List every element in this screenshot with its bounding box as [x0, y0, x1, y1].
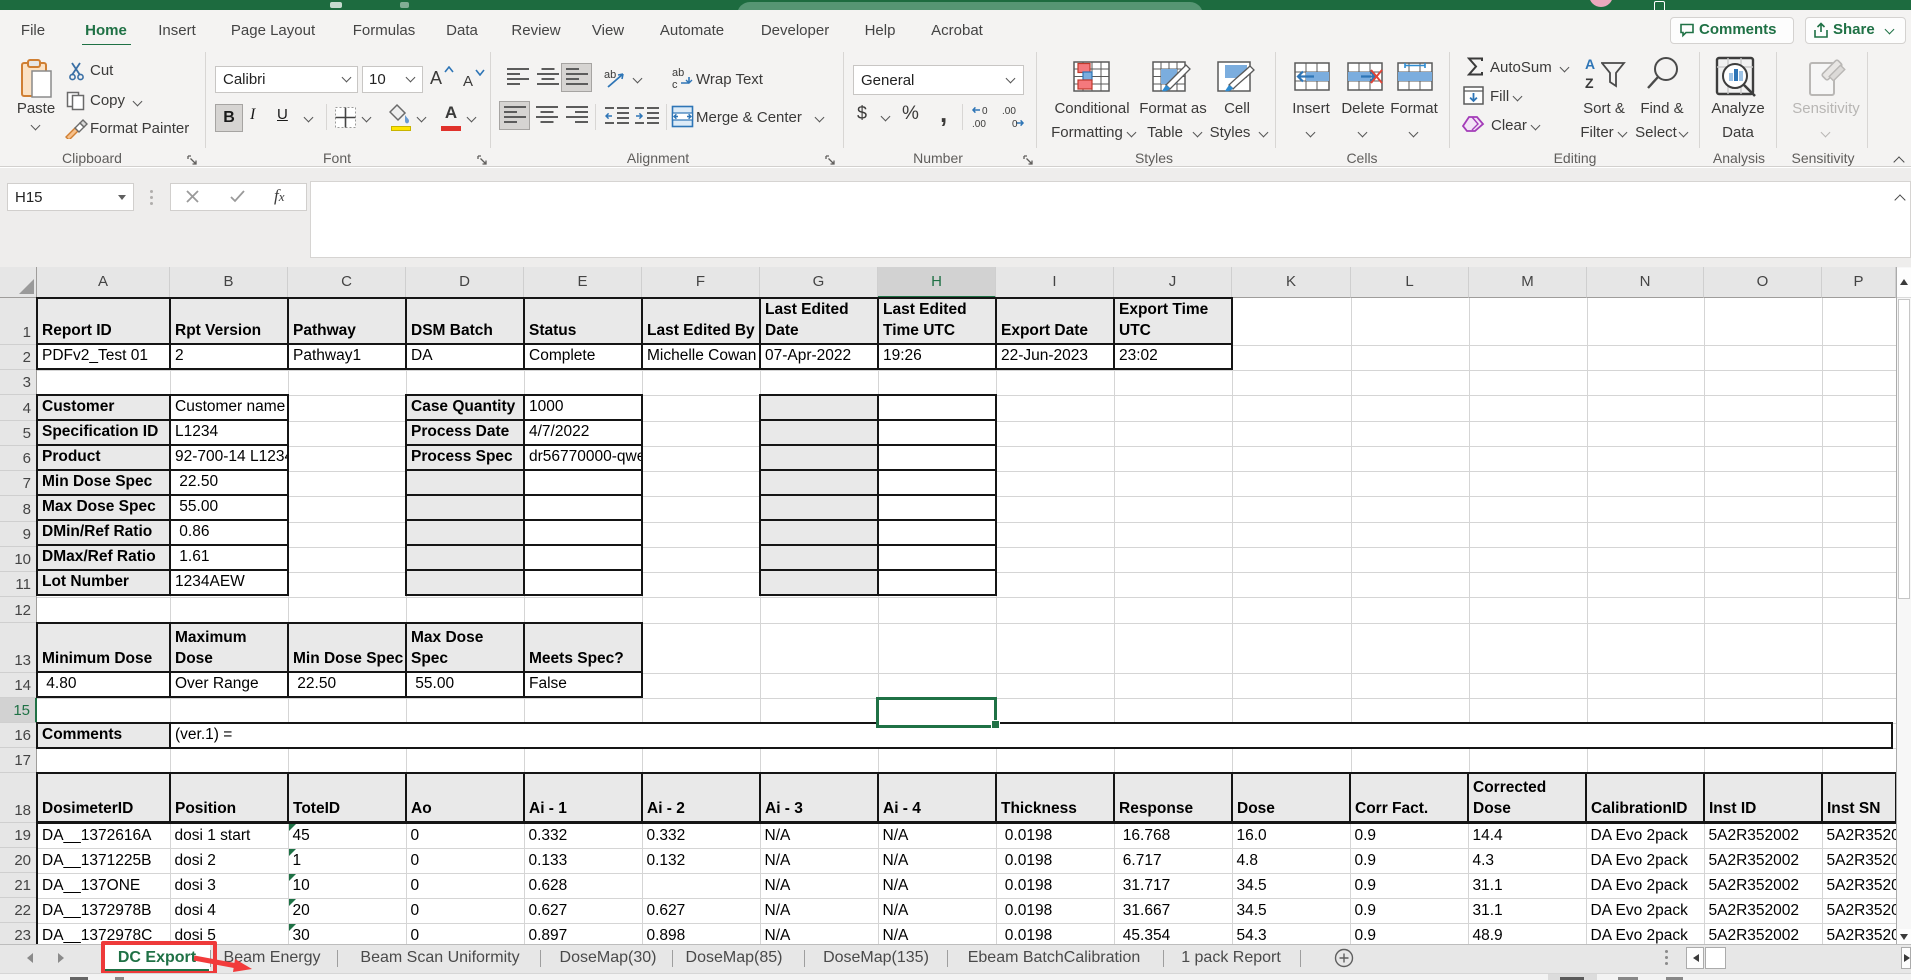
svg-text:0: 0	[1012, 119, 1018, 130]
svg-text:.00: .00	[972, 119, 986, 130]
svg-text:ab: ab	[672, 67, 684, 79]
svg-text:c: c	[672, 79, 678, 90]
svg-text:ab: ab	[604, 69, 616, 81]
svg-text:.00: .00	[1002, 106, 1016, 117]
svg-text:0: 0	[982, 106, 988, 117]
